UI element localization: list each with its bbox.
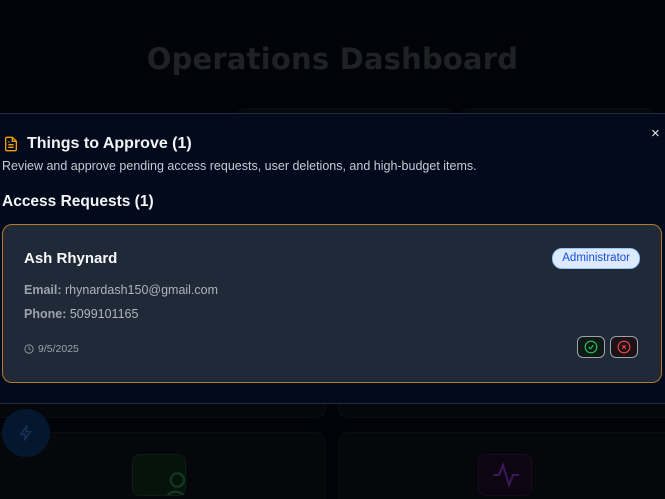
- x-circle-icon: [617, 340, 631, 354]
- modal-title: Things to Approve (1): [27, 135, 192, 152]
- email-label: Email:: [24, 283, 62, 297]
- reject-button[interactable]: [610, 336, 638, 358]
- phone-value: 5099101165: [69, 307, 139, 321]
- role-badge: Administrator: [552, 248, 640, 269]
- request-date: 9/5/2025: [24, 343, 79, 355]
- email-value: rhynardash150@gmail.com: [65, 283, 219, 297]
- access-request-card: Ash Rhynard Administrator Email: rhynard…: [2, 224, 662, 383]
- request-date-value: 9/5/2025: [38, 343, 79, 355]
- requester-phone: Phone: 5099101165: [24, 307, 138, 321]
- section-title: Access Requests (1): [2, 193, 154, 210]
- approval-modal: Things to Approve (1) × Review and appro…: [0, 113, 665, 404]
- phone-label: Phone:: [24, 307, 67, 321]
- modal-description: Review and approve pending access reques…: [2, 159, 477, 173]
- page: Operations Dashboard Things to Approve (…: [0, 0, 665, 499]
- check-circle-icon: [584, 340, 598, 354]
- modal-header: Things to Approve (1): [3, 135, 192, 153]
- approve-button[interactable]: [577, 336, 605, 358]
- document-icon: [5, 136, 17, 152]
- requester-email: Email: rhynardash150@gmail.com: [24, 283, 218, 297]
- clock-icon: [24, 344, 34, 354]
- requester-name: Ash Rhynard: [24, 250, 118, 267]
- close-button[interactable]: ×: [651, 126, 665, 141]
